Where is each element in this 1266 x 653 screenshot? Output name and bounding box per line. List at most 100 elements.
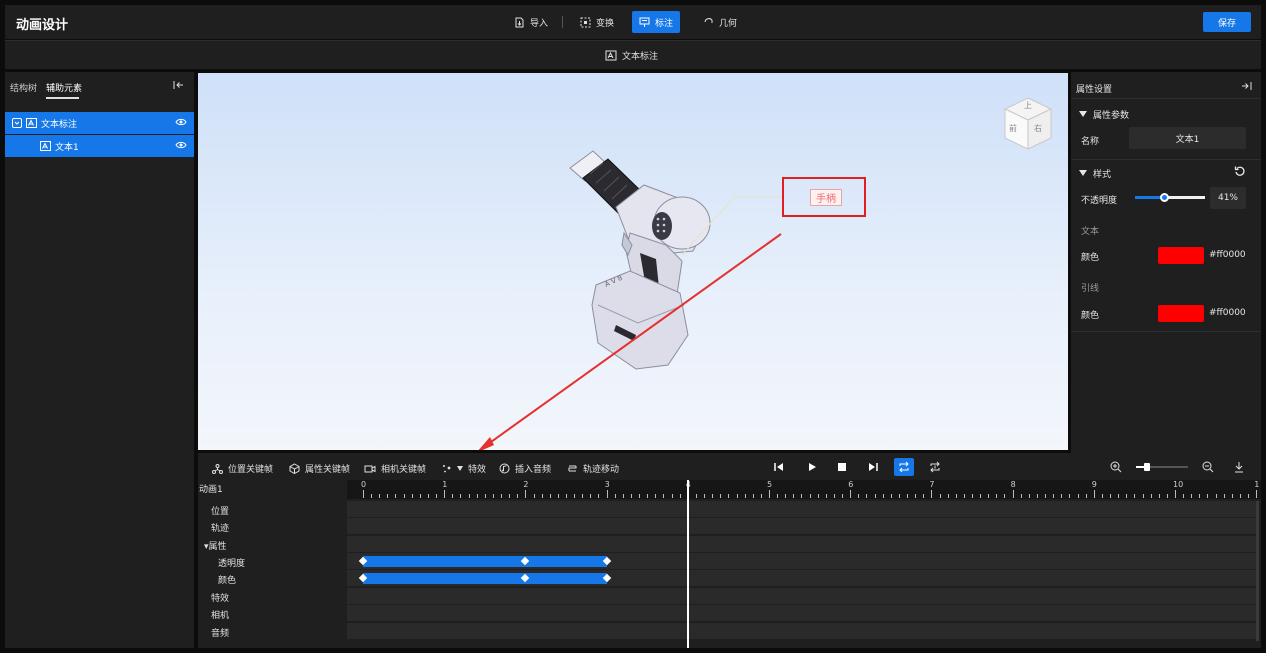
loop-button[interactable] [894, 458, 914, 476]
track-move-button[interactable]: 轨迹移动 [567, 462, 619, 475]
keyframe-bar-opacity[interactable] [363, 556, 607, 567]
effects-dropdown[interactable]: 特效 [441, 462, 486, 475]
ruler-tick [939, 494, 941, 498]
ruler-tick [1256, 490, 1258, 498]
ruler-tick [931, 490, 933, 498]
ruler-tick [858, 494, 860, 498]
property-keyframe-button[interactable]: 属性关键帧 [289, 462, 350, 475]
ruler-tick-label: 7 [929, 480, 935, 489]
ruler-tick-label: 2 [523, 480, 529, 489]
save-button[interactable]: 保存 [1203, 12, 1251, 32]
section-caret-icon[interactable] [1079, 169, 1087, 179]
track-camera[interactable] [347, 605, 1257, 621]
expand-toggle-icon[interactable] [12, 118, 22, 128]
name-label: 名称 [1081, 137, 1100, 147]
opacity-value-input[interactable]: 41% [1210, 187, 1246, 209]
geometry-button[interactable]: 几何 [696, 11, 744, 33]
track-label-attributes[interactable]: ▾属性 [204, 539, 227, 552]
annotate-label: 标注 [655, 18, 674, 29]
track-audio[interactable] [347, 623, 1257, 639]
track-trajectory[interactable] [347, 518, 1257, 534]
collapse-right-panel-icon[interactable] [1240, 81, 1252, 94]
panel-title: 属性设置 [1076, 85, 1113, 95]
ruler-tick [793, 494, 795, 498]
eye-icon[interactable] [175, 140, 187, 150]
ruler-tick [923, 494, 925, 498]
view-cube-right-label[interactable]: 右 [1034, 123, 1042, 134]
transform-icon [580, 17, 591, 27]
track-attributes[interactable] [347, 536, 1257, 552]
ruler-tick [557, 494, 559, 498]
ruler-tick [639, 494, 641, 498]
position-keyframe-button[interactable]: 位置关键帧 [212, 462, 273, 475]
zoom-slider[interactable] [1136, 463, 1188, 471]
view-cube-top-label[interactable]: 上 [1024, 100, 1032, 111]
text-color-swatch[interactable] [1158, 247, 1204, 264]
ruler-tick-label: 6 [848, 480, 854, 489]
step-back-icon[interactable] [774, 462, 784, 472]
loop-once-icon[interactable] [929, 461, 941, 473]
text-annotation-tab[interactable]: 文本标注 [605, 49, 658, 62]
track-label-opacity: 透明度 [218, 559, 246, 569]
ruler-tick [1004, 494, 1006, 498]
timeline-ruler[interactable]: 0123456789101 [347, 480, 1261, 499]
timeline-scrollbar[interactable] [1256, 501, 1259, 641]
ruler-tick [509, 494, 511, 498]
ruler-tick [1028, 494, 1030, 498]
camera-keyframe-button[interactable]: 相机关键帧 [364, 462, 426, 475]
ruler-tick [533, 494, 535, 498]
play-icon[interactable] [807, 462, 817, 472]
step-forward-icon[interactable] [868, 462, 878, 472]
opacity-slider[interactable] [1135, 193, 1205, 202]
leader-color-swatch[interactable] [1158, 305, 1204, 322]
ruler-tick [1231, 494, 1233, 498]
zoom-out-icon[interactable] [1202, 461, 1214, 473]
track-effects[interactable] [347, 588, 1257, 604]
divider [1071, 98, 1261, 99]
annotation-text-tag[interactable]: 手柄 [810, 189, 842, 206]
drill-model[interactable]: A V 8 [198, 73, 1068, 450]
section-caret-icon[interactable] [1079, 110, 1087, 120]
keyframe-bar-color[interactable] [363, 573, 607, 584]
ruler-tick [752, 494, 754, 498]
insert-audio-button[interactable]: 插入音频 [499, 462, 551, 475]
ruler-tick [655, 494, 657, 498]
tree-item-text-annotation[interactable]: 文本标注 [5, 112, 194, 134]
track-color[interactable] [347, 570, 1257, 586]
transform-button[interactable]: 变换 [573, 11, 621, 33]
ruler-tick [972, 494, 973, 498]
leader-color-value[interactable]: #ff0000 [1209, 308, 1246, 318]
ruler-tick [1069, 494, 1071, 498]
ruler-tick-label: 9 [1091, 480, 1097, 489]
stop-icon[interactable] [838, 463, 846, 471]
opacity-slider-thumb[interactable] [1160, 193, 1169, 202]
track-opacity[interactable] [347, 553, 1257, 569]
tree-item-text1[interactable]: 文本1 [5, 135, 194, 157]
tab-structure-tree[interactable]: 结构树 [10, 81, 37, 94]
download-icon[interactable] [1234, 461, 1244, 473]
left-panel: 结构树 辅助元素 文本标注 文本1 [5, 72, 194, 648]
section-style-title[interactable]: 样式 [1093, 167, 1111, 180]
reset-icon[interactable] [1234, 165, 1246, 180]
collapse-panel-icon[interactable] [173, 80, 185, 93]
ruler-tick [444, 490, 446, 498]
zoom-slider-thumb[interactable] [1144, 463, 1150, 471]
eye-icon[interactable] [175, 117, 187, 127]
track-position[interactable] [347, 501, 1257, 517]
tab-auxiliary-elements[interactable]: 辅助元素 [46, 81, 82, 94]
leader-color-label: 颜色 [1081, 311, 1100, 321]
animation-name[interactable]: 动画1 [199, 482, 223, 495]
ruler-tick-label: 1 [1254, 480, 1260, 489]
animation-header: 动画1 [198, 480, 347, 496]
import-button[interactable]: 导入 [507, 11, 555, 33]
zoom-in-icon[interactable] [1110, 461, 1122, 473]
view-cube-front-label[interactable]: 前 [1009, 123, 1017, 134]
playhead[interactable] [686, 480, 689, 648]
section-properties-title[interactable]: 属性参数 [1093, 108, 1129, 121]
name-input[interactable]: 文本1 [1129, 127, 1246, 149]
annotate-button[interactable]: 标注 [632, 11, 681, 33]
3d-viewport[interactable]: A V 8 手柄 上 前 右 [198, 73, 1068, 450]
chevron-down-icon [457, 466, 463, 471]
import-label: 导入 [530, 18, 549, 29]
text-color-value[interactable]: #ff0000 [1209, 250, 1246, 260]
